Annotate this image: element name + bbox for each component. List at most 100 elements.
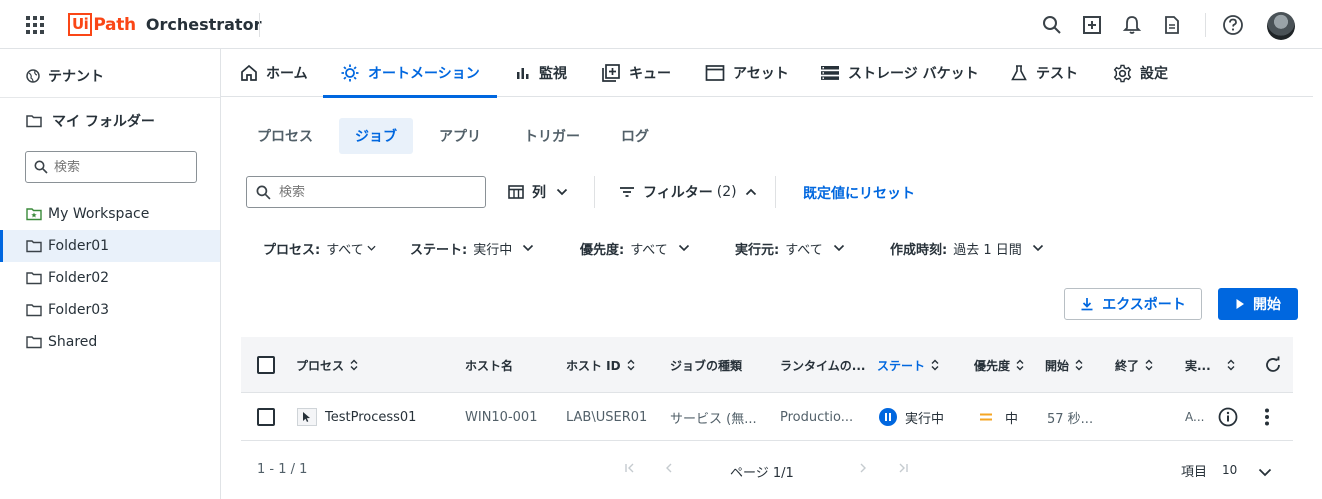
first-page-icon[interactable] [624,462,636,478]
row-runtime: Productio... [780,393,853,441]
tab-automation[interactable]: オートメーション [323,49,497,98]
items-per-page-label: 項目 [1181,465,1208,480]
tab-storage-buckets[interactable]: ストレージ バケット [820,49,979,97]
next-page-icon[interactable] [857,462,869,478]
tab-testing[interactable]: テスト [1010,49,1078,97]
subtab-processes[interactable]: プロセス [241,118,329,154]
folder-search-input[interactable] [54,159,184,175]
window-icon [705,65,725,81]
sort-icon [1075,359,1083,371]
sidebar-item-folder01[interactable]: Folder01 [0,230,220,262]
folder-sidebar: テナント マイ フォルダー My Workspace Folder01 Fold… [0,49,221,499]
sidebar-my-folders[interactable]: マイ フォルダー [26,111,155,131]
sidebar-item-folder03[interactable]: Folder03 [0,294,220,326]
globe-icon [26,69,40,83]
items-per-page-value[interactable]: 10 [1222,463,1237,477]
column-label: ジョブの種類 [670,358,743,373]
cell-priority: 中 [1005,411,1019,427]
apps-grid-icon[interactable] [26,16,44,34]
folder-search[interactable] [25,151,197,183]
subtab-logs[interactable]: ログ [605,118,665,154]
column-state[interactable]: ステート [877,337,939,393]
download-icon [1081,298,1093,311]
last-page-icon[interactable] [897,462,909,478]
filter-button[interactable]: フィルター (2) [619,176,765,208]
table-row[interactable]: TestProcess01 WIN10-001 LAB\USER01 サービス … [241,393,1293,441]
chevron-down-icon [367,245,376,251]
prev-page-icon[interactable] [663,462,675,478]
document-icon[interactable] [1161,14,1183,36]
filter-source[interactable]: 実行元: すべて [735,238,845,258]
tab-label: 監視 [539,66,567,82]
row-count: 1 - 1 / 1 [257,462,308,477]
sidebar-tenant[interactable]: テナント [26,66,104,86]
add-box-icon[interactable] [1081,14,1103,36]
tab-assets[interactable]: アセット [705,49,789,97]
more-options-icon[interactable] [1261,393,1273,441]
sidebar-item-folder02[interactable]: Folder02 [0,262,220,294]
subtab-jobs[interactable]: ジョブ [339,118,413,154]
jobs-search-input[interactable] [279,184,479,200]
chevron-down-icon [523,244,534,252]
filter-priority[interactable]: 優先度: すべて [580,238,690,258]
export-button[interactable]: エクスポート [1064,288,1202,320]
sidebar-item-label: Folder01 [48,238,110,254]
divider [259,13,260,37]
storage-icon [821,66,839,80]
folder-icon [26,304,42,317]
help-icon[interactable] [1222,14,1244,36]
automation-gear-icon [341,64,359,82]
divider [594,176,595,208]
tab-label: オートメーション [368,66,480,82]
reset-defaults-link[interactable]: 既定値にリセット [803,183,915,203]
start-button[interactable]: 開始 [1218,288,1298,320]
folder-icon [26,336,42,349]
uipath-logo[interactable]: Ui Path Orchestrator [68,13,261,36]
start-label: 開始 [1253,297,1281,313]
row-priority: 中 [979,393,1018,441]
jobs-search[interactable] [246,176,486,208]
sort-icon [1016,359,1024,371]
avatar[interactable] [1267,12,1295,40]
tab-home[interactable]: ホーム [240,49,308,97]
cell-executed-by: A... [1185,410,1205,424]
sidebar-item-shared[interactable]: Shared [0,326,220,358]
cell-start: 57 秒... [1047,411,1094,427]
column-priority[interactable]: 優先度 [974,337,1024,393]
tab-settings[interactable]: 設定 [1113,49,1168,97]
sidebar-item-label: Folder03 [48,302,110,318]
row-start: 57 秒... [1047,393,1093,441]
page-indicator: ページ 1/1 [730,466,794,481]
sidebar-item-my-workspace[interactable]: My Workspace [0,198,220,230]
column-host-id[interactable]: ホスト ID [566,337,635,393]
column-label: 優先度 [974,358,1011,373]
select-all-checkbox[interactable] [257,337,275,393]
filter-name: 作成時刻: [890,242,948,258]
columns-button[interactable]: 列 [508,176,576,208]
subtab-apps[interactable]: アプリ [423,118,497,154]
tab-queues[interactable]: キュー [601,49,671,97]
subtab-triggers[interactable]: トリガー [508,118,596,154]
row-checkbox[interactable] [257,393,275,441]
filter-created-time[interactable]: 作成時刻: 過去 1 日間 [890,238,1044,258]
column-label: 終了 [1115,358,1140,373]
filter-process[interactable]: プロセス: すべて [263,238,376,258]
chevron-down-icon[interactable] [1258,465,1272,481]
column-end[interactable]: 終了 [1115,337,1153,393]
column-executed-by[interactable]: 実... [1185,337,1235,393]
search-icon[interactable] [1041,14,1063,36]
sort-icon [1227,359,1235,371]
tab-monitoring[interactable]: 監視 [515,49,567,97]
main-nav: ホーム オートメーション 監視 キュー アセット ストレージ バケット テスト … [221,49,1313,98]
tenant-label: テナント [48,69,104,85]
filter-state[interactable]: ステート: 実行中 [410,238,534,258]
column-start[interactable]: 開始 [1045,337,1083,393]
refresh-icon[interactable] [1258,337,1282,393]
filter-name: 優先度: [580,242,625,258]
row-state: 実行中 [879,393,944,441]
info-icon[interactable] [1218,393,1238,441]
column-process[interactable]: プロセス [296,337,358,393]
row-process[interactable]: TestProcess01 [297,393,416,441]
gear-icon [1113,64,1132,82]
bell-icon[interactable] [1121,14,1143,36]
